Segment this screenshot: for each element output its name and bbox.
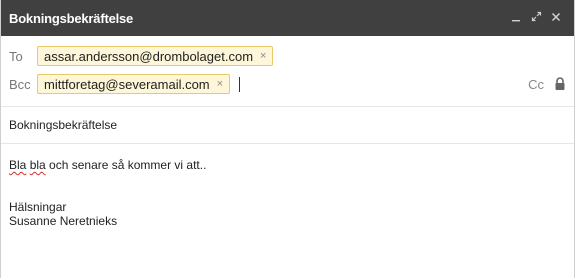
- subject-field[interactable]: Bokningsbekräftelse: [1, 107, 574, 143]
- to-row[interactable]: To assar.andersson@drombolaget.com ×: [1, 36, 574, 72]
- cc-link[interactable]: Cc: [528, 77, 544, 92]
- recipient-address: assar.andersson@drombolaget.com: [44, 48, 254, 64]
- compose-titlebar[interactable]: Bokningsbekräftelse: [1, 0, 574, 36]
- recipient-chip[interactable]: mittforetag@severamail.com ×: [37, 74, 231, 94]
- recipient-address: mittforetag@severamail.com: [44, 76, 210, 92]
- misspelled-word[interactable]: Bla: [9, 158, 26, 172]
- to-label: To: [9, 48, 23, 64]
- recipient-chip[interactable]: assar.andersson@drombolaget.com ×: [37, 46, 274, 66]
- bcc-row[interactable]: Bcc mittforetag@severamail.com × Cc: [1, 72, 574, 96]
- close-icon[interactable]: [546, 0, 566, 36]
- misspelled-word[interactable]: bla: [30, 158, 46, 172]
- compose-title: Bokningsbekräftelse: [9, 10, 134, 26]
- remove-recipient-icon[interactable]: ×: [260, 50, 266, 62]
- bcc-label: Bcc: [9, 76, 31, 92]
- greeting-line: Hälsningar: [9, 200, 67, 214]
- minimize-icon[interactable]: [506, 0, 526, 36]
- expand-icon[interactable]: [526, 0, 546, 36]
- body-text: och senare så kommer vi att..: [45, 158, 207, 172]
- body-line: Bla bla och senare så kommer vi att..: [9, 158, 566, 172]
- lock-icon[interactable]: [554, 77, 566, 91]
- remove-recipient-icon[interactable]: ×: [217, 78, 223, 90]
- compose-window: Bokningsbekräftelse To assar.andersson@d…: [0, 0, 575, 278]
- signature-line: Susanne Neretnieks: [9, 214, 118, 228]
- text-cursor: [239, 76, 241, 92]
- message-body[interactable]: Bla bla och senare så kommer vi att.. Hä…: [1, 144, 574, 228]
